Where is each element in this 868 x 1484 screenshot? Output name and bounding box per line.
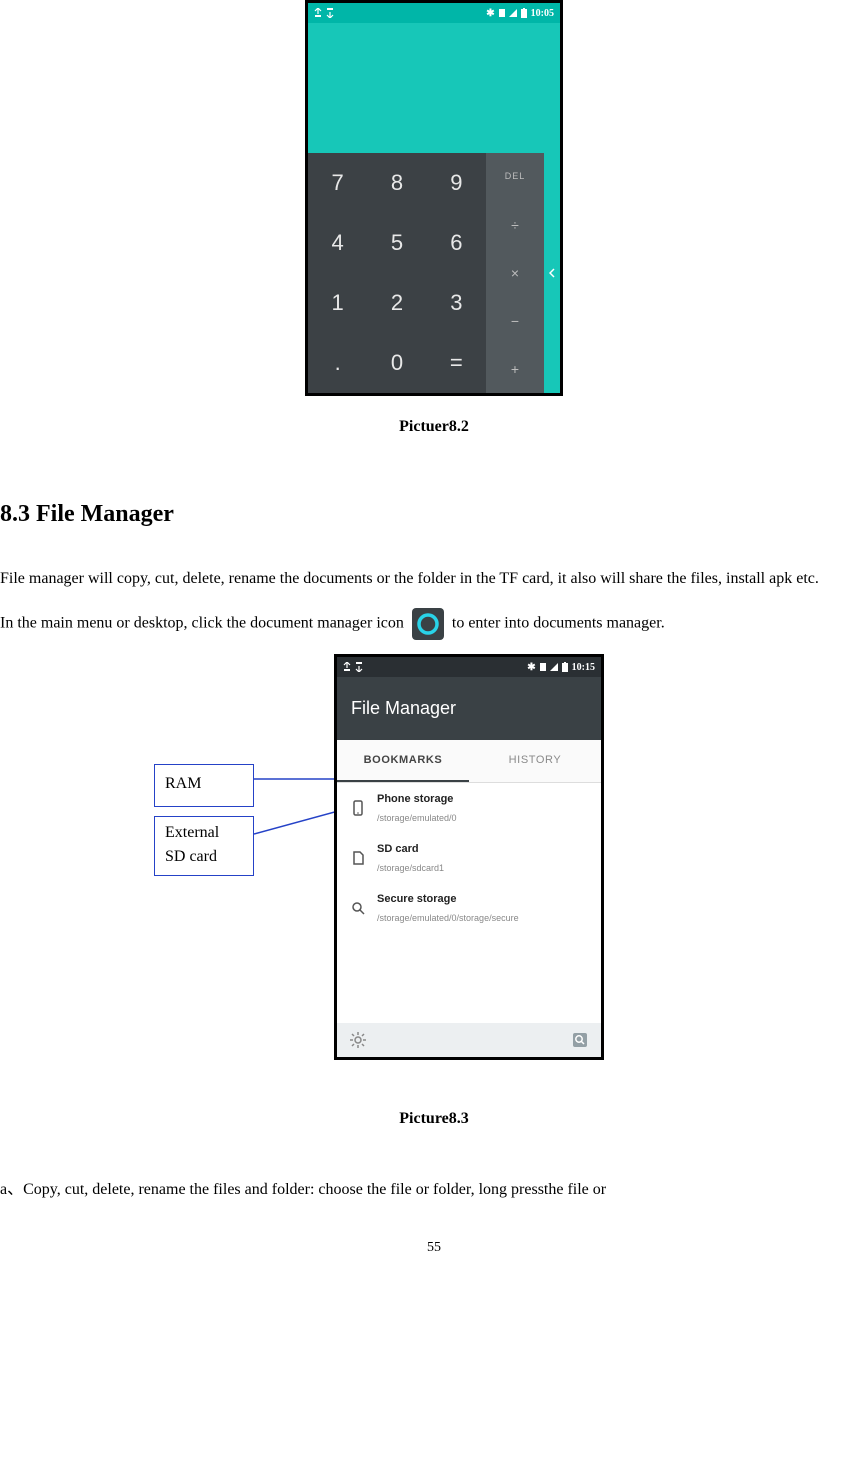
tab-history: HISTORY (469, 740, 601, 783)
status-bar-fm: ✱ 10:15 (337, 657, 601, 677)
key-5: 5 (367, 213, 426, 273)
status-time-fm: 10:15 (572, 658, 595, 677)
callout-ram: RAM (154, 764, 254, 806)
paragraph-intro: File manager will copy, cut, delete, ren… (0, 564, 868, 594)
key-eq: = (427, 333, 486, 393)
key-del: DEL (486, 153, 544, 201)
status-time: 10:05 (531, 4, 554, 23)
settings-icon (349, 1031, 367, 1049)
bluetooth-icon: ✱ (486, 4, 494, 23)
key-7: 7 (308, 153, 367, 213)
key-9: 9 (427, 153, 486, 213)
key-1: 1 (308, 273, 367, 333)
file-manager-app-icon (412, 608, 444, 640)
paragraph-copy-cut: a、Copy, cut, delete, rename the files an… (0, 1175, 868, 1205)
lock-icon (349, 899, 367, 917)
paragraph-icon: In the main menu or desktop, click the d… (0, 608, 868, 640)
fm-item-secure-storage: Secure storage/storage/emulated/0/storag… (337, 883, 601, 933)
search-icon (571, 1031, 589, 1049)
key-mul: × (486, 249, 544, 297)
caption-8-2: Pictuer8.2 (0, 412, 868, 442)
caption-8-3: Picture8.3 (0, 1104, 868, 1134)
key-dot: . (308, 333, 367, 393)
file-manager-screenshot: ✱ 10:15 File Manager BOOKMARKS HISTORY P… (334, 654, 604, 1060)
phone-icon (349, 799, 367, 817)
fm-item-phone-storage: Phone storage/storage/emulated/0 (337, 783, 601, 833)
advanced-panel-handle (544, 153, 560, 393)
key-div: ÷ (486, 201, 544, 249)
calculator-display (308, 23, 560, 153)
key-3: 3 (427, 273, 486, 333)
callout-sd: ExternalSD card (154, 816, 254, 876)
key-4: 4 (308, 213, 367, 273)
page-number: 55 (0, 1235, 868, 1262)
key-2: 2 (367, 273, 426, 333)
key-sub: − (486, 297, 544, 345)
fm-app-title: File Manager (337, 677, 601, 739)
key-6: 6 (427, 213, 486, 273)
sd-card-icon (349, 849, 367, 867)
fm-item-sd-card: SD card/storage/sdcard1 (337, 833, 601, 883)
tab-bookmarks: BOOKMARKS (337, 740, 469, 783)
calculator-screenshot: ✱ 10:05 7 8 9 4 5 6 1 2 3 . 0 = (305, 0, 563, 396)
key-8: 8 (367, 153, 426, 213)
status-bar: ✱ 10:05 (308, 3, 560, 23)
key-0: 0 (367, 333, 426, 393)
section-heading: 8.3 File Manager (0, 492, 868, 538)
key-add: + (486, 345, 544, 393)
